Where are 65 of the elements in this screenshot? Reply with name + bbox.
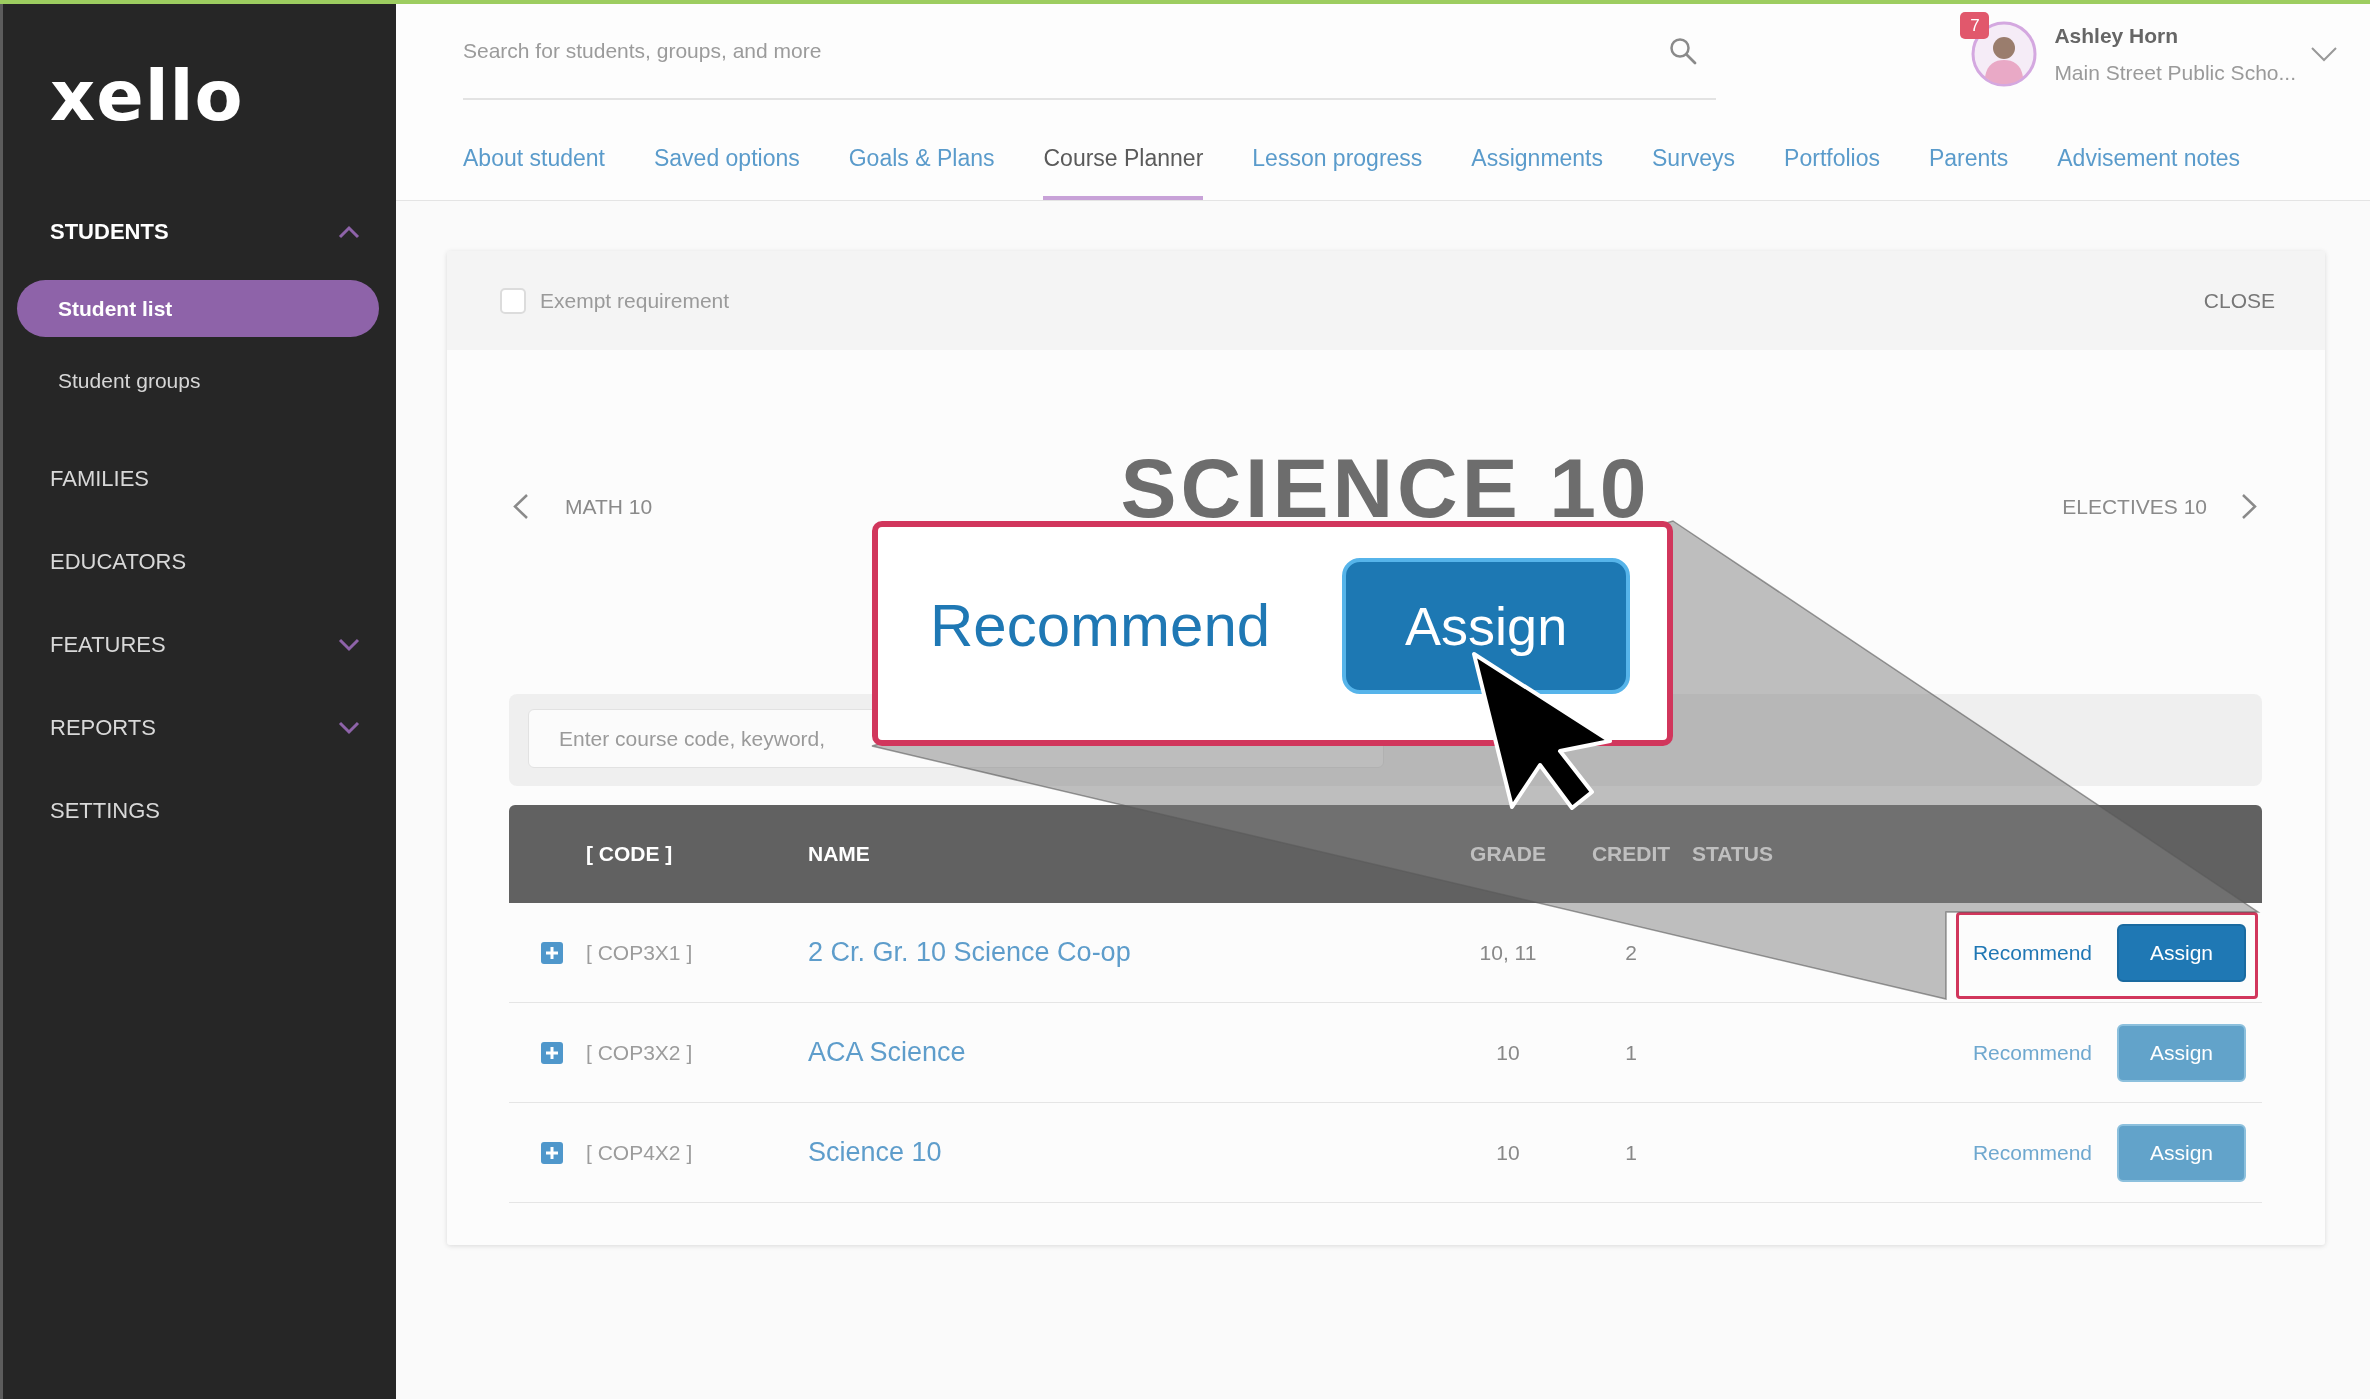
- tab[interactable]: Advisement notes: [2057, 145, 2241, 200]
- tab[interactable]: Surveys: [1652, 145, 1736, 200]
- assign-button[interactable]: Assign: [2117, 1023, 2246, 1082]
- grade-cell: 10: [1496, 1040, 1520, 1065]
- column-header: [ CODE ]: [586, 842, 674, 866]
- tab[interactable]: Assignments: [1471, 145, 1603, 200]
- tab[interactable]: Goals & Plans: [848, 145, 995, 200]
- user-name: Ashley Horn: [2054, 22, 2180, 49]
- notification-badge: 7: [1960, 12, 1990, 39]
- checkbox-label[interactable]: Exempt requirement: [540, 288, 730, 313]
- next-course-link[interactable]: ELECTIVES 10: [2062, 494, 2207, 519]
- school-name: Main Street Public Scho...: [2054, 59, 2296, 86]
- nav-item[interactable]: EDUCATORS: [50, 548, 187, 575]
- grade-cell: 10: [1496, 1140, 1520, 1165]
- nav-item[interactable]: REPORTS: [50, 714, 360, 741]
- tab[interactable]: About student: [463, 145, 605, 200]
- nav-subitem[interactable]: Student list: [17, 280, 379, 337]
- chevron-down-icon[interactable]: [338, 720, 360, 735]
- assign-button[interactable]: Assign: [1342, 558, 1631, 694]
- chevron-down-icon[interactable]: [2310, 46, 2338, 62]
- assign-button[interactable]: Assign: [2117, 923, 2246, 982]
- nav-subitem[interactable]: Student groups: [58, 367, 201, 394]
- logo: xello: [50, 56, 244, 136]
- plus-icon[interactable]: [541, 1141, 563, 1164]
- nav-item[interactable]: SETTINGS: [50, 797, 160, 824]
- credit-cell: 1: [1625, 1040, 1637, 1065]
- chevron-right-icon[interactable]: [2241, 493, 2258, 520]
- credit-cell: 1: [1625, 1140, 1637, 1165]
- course-code: [ COP3X1 ]: [586, 940, 694, 965]
- previous-course-link[interactable]: MATH 10: [565, 494, 653, 519]
- course-code: [ COP4X2 ]: [586, 1140, 694, 1165]
- course-name-link[interactable]: Science 10: [808, 1137, 1469, 1168]
- grade-cell: 10, 11: [1479, 940, 1537, 965]
- plus-icon[interactable]: [541, 1041, 563, 1064]
- course-code: [ COP3X2 ]: [586, 1040, 694, 1065]
- course-title: SCIENCE 10: [1120, 455, 1651, 521]
- close-button[interactable]: CLOSE: [2203, 288, 2275, 313]
- plus-icon[interactable]: [541, 941, 563, 964]
- avatar-icon[interactable]: [1971, 21, 2038, 87]
- chevron-down-icon[interactable]: [338, 637, 360, 652]
- nav-item[interactable]: FEATURES: [50, 631, 360, 658]
- column-header: NAME: [808, 842, 871, 866]
- column-header: STATUS: [1692, 842, 1774, 866]
- nav-item[interactable]: STUDENTS: [50, 218, 360, 245]
- checkbox[interactable]: [500, 287, 526, 314]
- search-field[interactable]: Search for students, groups, and more: [463, 31, 1649, 71]
- chevron-left-icon[interactable]: [512, 493, 529, 520]
- column-header: CREDIT: [1591, 842, 1671, 866]
- course-name-link[interactable]: ACA Science: [808, 1037, 1469, 1068]
- recommend-link[interactable]: Recommend: [930, 558, 1271, 694]
- tab[interactable]: Lesson progress: [1252, 145, 1423, 200]
- chevron-up-icon[interactable]: [338, 224, 360, 239]
- recommend-link[interactable]: Recommend: [1972, 940, 2092, 965]
- recommend-link[interactable]: Recommend: [1972, 1040, 2092, 1065]
- tab[interactable]: Portfolios: [1784, 145, 1880, 200]
- search-icon[interactable]: [1669, 37, 1697, 65]
- credit-cell: 2: [1625, 940, 1637, 965]
- assign-button[interactable]: Assign: [2117, 1123, 2246, 1182]
- tab[interactable]: Parents: [1929, 145, 2009, 200]
- tab[interactable]: Saved options: [653, 145, 800, 200]
- column-header: GRADE: [1470, 842, 1546, 866]
- nav-item[interactable]: FAMILIES: [50, 465, 150, 492]
- recommend-link[interactable]: Recommend: [1972, 1140, 2092, 1165]
- course-name-link[interactable]: 2 Cr. Gr. 10 Science Co-op: [808, 937, 1469, 968]
- tab[interactable]: Course Planner: [1043, 145, 1204, 200]
